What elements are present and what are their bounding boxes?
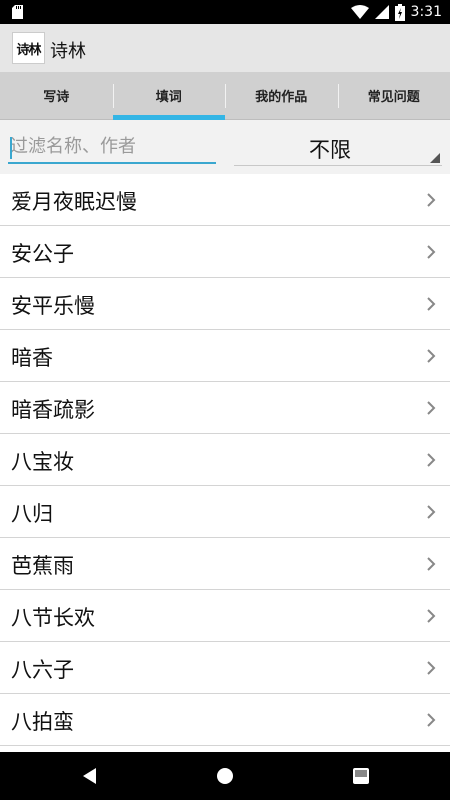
list-item-label: 八六子 [11, 658, 74, 682]
list-item-label: 安公子 [11, 242, 74, 266]
tab-my-works[interactable]: 我的作品 [225, 72, 338, 119]
chevron-right-icon [427, 713, 436, 727]
list-item[interactable]: 八六子 [0, 642, 450, 694]
tab-label: 填词 [155, 90, 182, 105]
list-item[interactable]: 安公子 [0, 226, 450, 278]
list-item[interactable]: 八节长欢 [0, 590, 450, 642]
filter-input[interactable] [8, 130, 216, 164]
list-item-label: 八归 [11, 502, 53, 526]
list-item-label: 八节长欢 [11, 606, 95, 630]
chevron-right-icon [427, 245, 436, 259]
chevron-right-icon [427, 193, 436, 207]
filter-bar: 不限 [0, 120, 450, 174]
list-item-label: 爱月夜眠迟慢 [11, 190, 137, 214]
cipai-list: 爱月夜眠迟慢 安公子 安平乐慢 暗香 暗香疏影 八宝妆 八归 芭蕉雨 八节长欢 … [0, 174, 450, 752]
status-bar: 3:31 [0, 0, 450, 24]
list-item[interactable]: 八归 [0, 486, 450, 538]
list-item[interactable]: 芭蕉雨 [0, 538, 450, 590]
status-time: 3:31 [410, 4, 442, 20]
chevron-right-icon [427, 401, 436, 415]
tab-fill-lyrics[interactable]: 填词 [112, 72, 226, 120]
list-item[interactable]: 暗香疏影 [0, 382, 450, 434]
tab-write-poem[interactable]: 写诗 [0, 72, 113, 119]
home-icon[interactable] [213, 764, 237, 788]
chevron-right-icon [427, 609, 436, 623]
list-item[interactable]: 爱月夜眠迟慢 [0, 174, 450, 226]
wifi-icon [350, 5, 369, 19]
battery-icon [394, 3, 405, 21]
chevron-right-icon [427, 661, 436, 675]
app-title: 诗林 [50, 41, 86, 62]
list-item[interactable]: 暗香 [0, 330, 450, 382]
recents-icon[interactable] [349, 764, 373, 788]
list-item-label: 暗香 [11, 346, 53, 370]
select-value: 不限 [309, 138, 351, 162]
system-nav-bar [0, 752, 450, 800]
list-item-label: 八拍蛮 [11, 710, 74, 734]
signal-icon [374, 5, 389, 19]
list-item[interactable]: 八宝妆 [0, 434, 450, 486]
tab-faq[interactable]: 常见问题 [337, 72, 450, 119]
list-item-label: 芭蕉雨 [11, 554, 74, 578]
app-logo: 诗林 [12, 32, 45, 64]
chevron-right-icon [427, 453, 436, 467]
chevron-right-icon [427, 557, 436, 571]
tab-bar: 写诗 填词 我的作品 常见问题 [0, 72, 450, 120]
text-cursor [10, 137, 12, 159]
dropdown-triangle-icon [430, 153, 440, 163]
tab-label: 我的作品 [255, 90, 308, 105]
tab-label: 写诗 [43, 90, 70, 105]
chevron-right-icon [427, 349, 436, 363]
list-item-label: 八宝妆 [11, 450, 74, 474]
tab-label: 常见问题 [367, 90, 420, 105]
back-icon[interactable] [78, 764, 102, 788]
chevron-right-icon [427, 297, 436, 311]
list-item-label: 暗香疏影 [11, 398, 95, 422]
list-item-label: 安平乐慢 [11, 294, 95, 318]
sd-card-icon [12, 5, 23, 19]
list-item[interactable]: 八拍蛮 [0, 694, 450, 746]
app-bar: 诗林 诗林 [0, 24, 450, 72]
list-item[interactable]: 安平乐慢 [0, 278, 450, 330]
app-logo-text: 诗林 [16, 42, 41, 58]
chevron-right-icon [427, 505, 436, 519]
author-filter-select[interactable]: 不限 [234, 132, 442, 166]
